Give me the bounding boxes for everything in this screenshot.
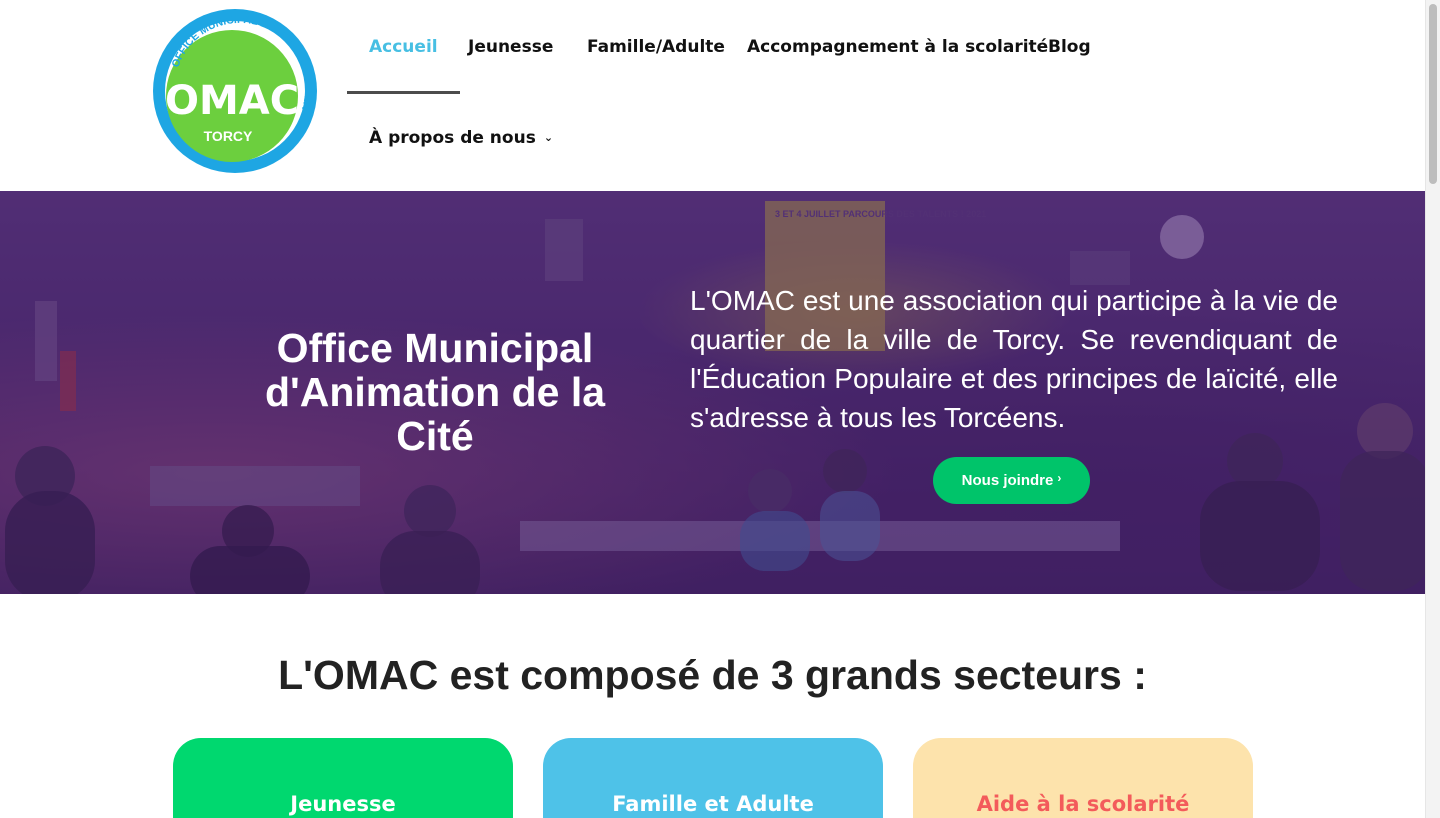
sector-card-famille-adulte[interactable]: Famille et Adulte bbox=[543, 738, 883, 818]
nav-item-label: À propos de nous bbox=[369, 128, 536, 148]
sector-card-label: Famille et Adulte bbox=[612, 792, 814, 816]
logo-brand: OMAC bbox=[165, 78, 299, 124]
logo-city: TORCY bbox=[204, 128, 253, 144]
sector-card-jeunesse[interactable]: Jeunesse bbox=[173, 738, 513, 818]
chevron-right-icon: › bbox=[1057, 470, 1062, 485]
join-button[interactable]: Nous joindre › bbox=[933, 457, 1090, 504]
nav-item-accompagnement[interactable]: Accompagnement à la scolarité bbox=[725, 0, 1070, 94]
hero-title: Office Municipal d'Animation de la Cité bbox=[264, 325, 606, 459]
hero-banner: 3 ET 4 JUILLET PARCOURS DES TALENTS ! 20… bbox=[0, 191, 1425, 594]
join-button-label: Nous joindre bbox=[961, 472, 1054, 489]
sectors-title: L'OMAC est composé de 3 grands secteurs … bbox=[278, 652, 1147, 698]
omac-logo[interactable]: OFFICE MUNICIPAL D'ANIMATION DE LA CITÉ … bbox=[152, 8, 318, 174]
sector-card-scolarite[interactable]: Aide à la scolarité bbox=[913, 738, 1253, 818]
nav-item-jeunesse[interactable]: Jeunesse bbox=[446, 0, 575, 94]
site-header: OFFICE MUNICIPAL D'ANIMATION DE LA CITÉ … bbox=[0, 0, 1425, 191]
chevron-down-icon: ⌄ bbox=[543, 130, 554, 144]
nav-item-label: Blog bbox=[1048, 37, 1091, 57]
scrollbar-thumb[interactable] bbox=[1429, 4, 1437, 184]
nav-item-label: Famille/Adulte bbox=[587, 37, 725, 57]
sector-card-label: Jeunesse bbox=[290, 792, 396, 816]
nav-item-label: Accueil bbox=[369, 37, 438, 57]
sector-card-label: Aide à la scolarité bbox=[976, 792, 1190, 816]
nav-item-label: Jeunesse bbox=[468, 37, 554, 57]
nav-item-accueil[interactable]: Accueil bbox=[347, 0, 460, 94]
nav-item-label: Accompagnement à la scolarité bbox=[747, 37, 1049, 57]
nav-item-a-propos[interactable]: À propos de nous ⌄ bbox=[347, 91, 575, 185]
hero-description: L'OMAC est une association qui participe… bbox=[690, 285, 1338, 433]
nav-item-famille-adulte[interactable]: Famille/Adulte bbox=[565, 0, 747, 94]
page-scrollbar[interactable] bbox=[1425, 0, 1440, 818]
nav-item-blog[interactable]: Blog bbox=[1026, 0, 1113, 94]
